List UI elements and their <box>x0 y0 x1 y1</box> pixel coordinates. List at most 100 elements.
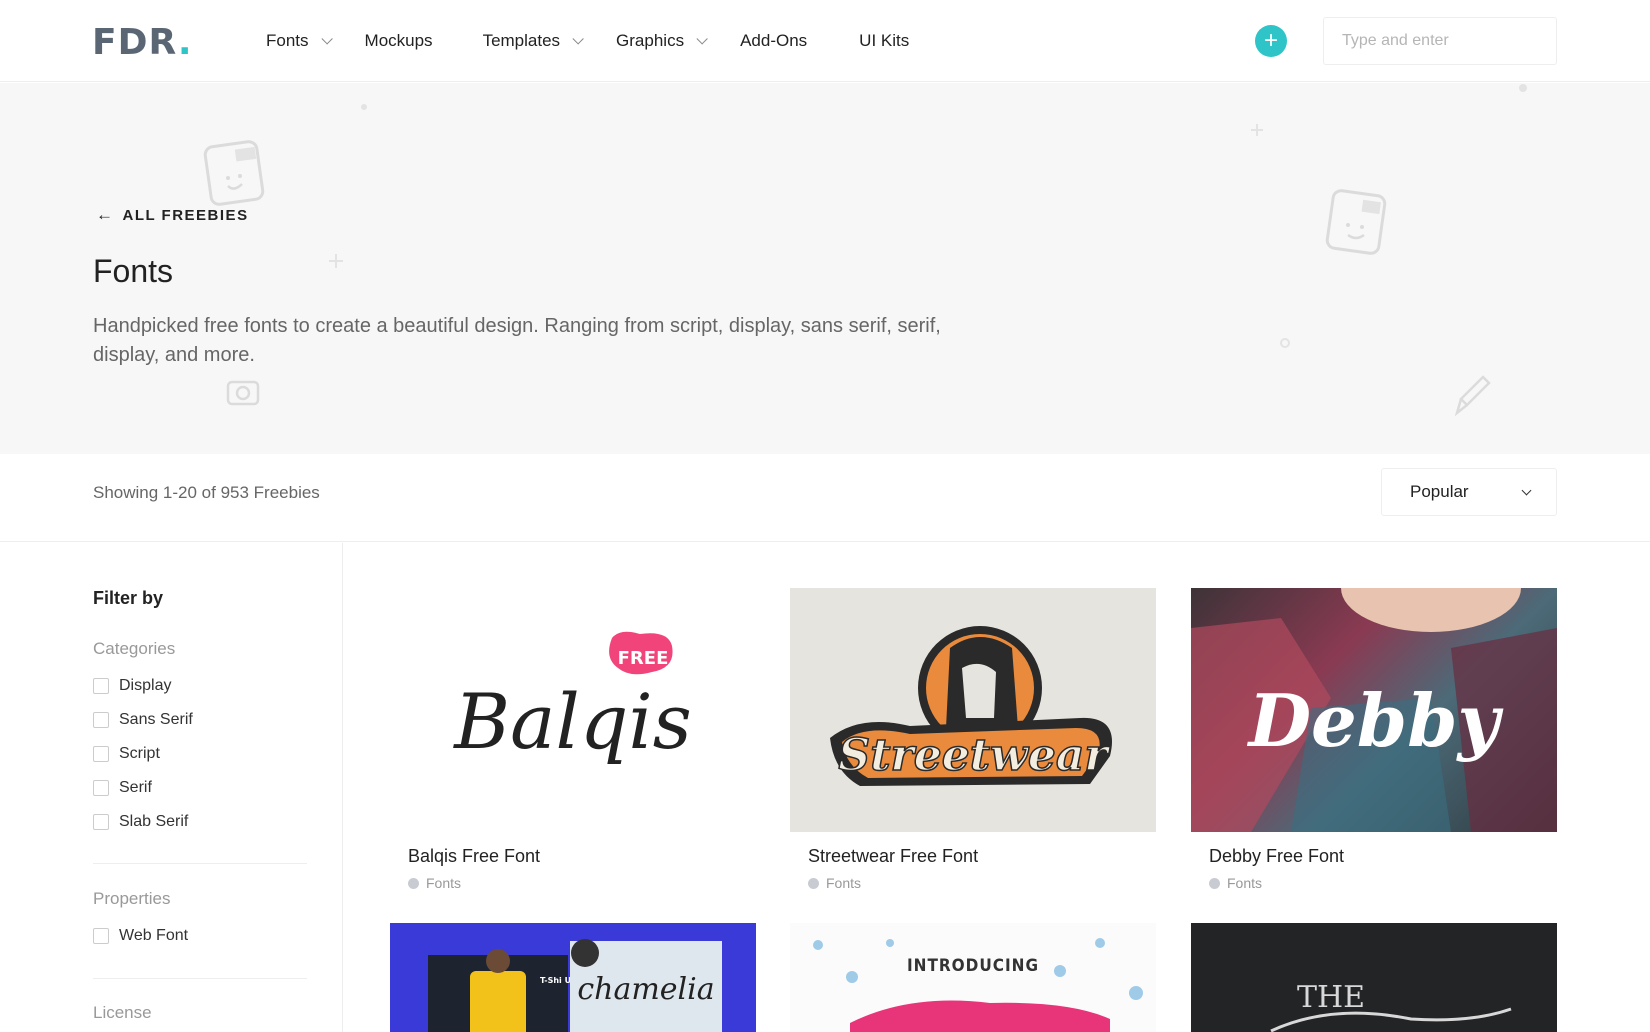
font-specimen: THE <box>1297 980 1365 1015</box>
nav-item-add-ons[interactable]: Add-Ons <box>740 31 807 51</box>
nav-label: Fonts <box>266 31 309 50</box>
results-toolbar: Showing 1-20 of 953 Freebies Popular <box>0 454 1650 542</box>
checkbox-slab-serif[interactable]: Slab Serif <box>93 805 193 839</box>
main-nav: Fonts Mockups Templates Graphics Add-Ons… <box>266 31 945 51</box>
freebie-card[interactable]: T-Shi Urban chamelia <box>390 923 756 1032</box>
license-group: License <box>93 1003 152 1032</box>
checkbox[interactable] <box>93 928 109 944</box>
card-title[interactable]: Debby Free Font <box>1209 846 1557 867</box>
sort-select[interactable]: Popular <box>1381 468 1557 516</box>
freebie-card[interactable]: THE <box>1191 923 1557 1032</box>
nav-item-templates[interactable]: Templates <box>482 31 584 51</box>
checkbox[interactable] <box>93 814 109 830</box>
divider <box>93 978 307 979</box>
category-dot-icon <box>1209 877 1220 889</box>
font-specimen: INTRODUCING <box>907 956 1039 976</box>
card-thumbnail[interactable]: THE <box>1191 923 1557 1032</box>
logo[interactable]: FDR. <box>92 22 193 63</box>
checkbox-script[interactable]: Script <box>93 737 193 771</box>
checkbox[interactable] <box>93 678 109 694</box>
introducing-artwork: INTRODUCING <box>813 938 1143 1032</box>
category-label: Fonts <box>1227 875 1263 891</box>
checkbox-label: Script <box>119 745 160 762</box>
font-specimen: Debby <box>1247 678 1504 763</box>
group-title: Categories <box>93 639 176 658</box>
category-label: Fonts <box>426 875 462 891</box>
checkbox-label: Serif <box>119 779 152 796</box>
card-category[interactable]: Fonts <box>1209 875 1557 891</box>
nav-label: Templates <box>482 31 561 50</box>
checkbox-web-font[interactable]: Web Font <box>93 919 188 953</box>
checkbox-label: Slab Serif <box>119 813 189 830</box>
site-header: FDR. Fonts Mockups Templates Graphics Ad… <box>0 0 1650 82</box>
properties-group: Properties Web Font <box>93 889 188 953</box>
freebie-card[interactable]: Debby Debby Free Font Fonts <box>1191 588 1557 891</box>
circle-decoration-icon <box>1280 338 1290 348</box>
card-category[interactable]: Fonts <box>408 875 756 891</box>
checkbox-label: Sans Serif <box>119 711 193 728</box>
the-artwork: THE <box>1191 923 1557 1032</box>
checkbox-display[interactable]: Display <box>93 669 193 703</box>
plus-decoration-icon <box>329 254 343 268</box>
brush-icon <box>1454 375 1491 417</box>
filter-sidebar: Filter by Categories Display Sans Serif … <box>0 543 343 1032</box>
circle-decoration-icon <box>361 104 367 110</box>
nav-item-ui-kits[interactable]: UI Kits <box>859 31 909 51</box>
free-badge: FREE <box>618 648 669 669</box>
freebie-card[interactable]: Streetwear Streetwear Free Font Fonts <box>790 588 1156 891</box>
card-thumbnail[interactable]: FREE Balqis <box>390 588 756 832</box>
checkbox[interactable] <box>93 712 109 728</box>
plus-decoration-icon <box>1251 124 1263 136</box>
card-title[interactable]: Balqis Free Font <box>408 846 756 867</box>
add-button[interactable]: + <box>1255 25 1287 57</box>
circle-decoration-icon <box>1519 84 1527 92</box>
arrow-left-icon: ← <box>96 205 115 224</box>
category-dot-icon <box>808 877 819 889</box>
doodle-icon <box>1325 189 1387 255</box>
streetwear-artwork: Streetwear <box>830 626 1112 786</box>
font-specimen: Streetwear <box>838 730 1110 781</box>
font-specimen: chamelia <box>577 972 714 1007</box>
checkbox[interactable] <box>93 746 109 762</box>
freebie-card[interactable]: INTRODUCING <box>790 923 1156 1032</box>
card-thumbnail[interactable]: Streetwear <box>790 588 1156 832</box>
chamelia-artwork: T-Shi Urban chamelia <box>428 939 722 1032</box>
page-title: Fonts <box>93 253 174 289</box>
nav-item-fonts[interactable]: Fonts <box>266 31 333 51</box>
chevron-down-icon <box>1521 485 1532 496</box>
sort-value: Popular <box>1410 482 1469 501</box>
nav-label: Graphics <box>616 31 685 50</box>
card-thumbnail[interactable]: T-Shi Urban chamelia <box>390 923 756 1032</box>
back-link-label: ALL FREEBIES <box>122 206 249 224</box>
categories-group: Categories Display Sans Serif Script Ser… <box>93 639 193 839</box>
card-thumbnail[interactable]: INTRODUCING <box>790 923 1156 1032</box>
checkbox-label: Display <box>119 677 172 694</box>
divider <box>93 863 307 864</box>
freebie-card[interactable]: FREE Balqis Balqis Free Font Fonts <box>390 588 756 891</box>
nav-label: UI Kits <box>859 31 910 50</box>
card-thumbnail[interactable]: Debby <box>1191 588 1557 832</box>
checkbox[interactable] <box>93 780 109 796</box>
search-input[interactable] <box>1323 17 1557 65</box>
chevron-down-icon <box>696 33 708 45</box>
all-freebies-link[interactable]: ← ALL FREEBIES <box>96 205 249 225</box>
nav-item-mockups[interactable]: Mockups <box>365 31 433 51</box>
font-specimen: Balqis <box>452 677 691 766</box>
nav-label: Add-Ons <box>740 31 808 50</box>
checkbox-sans-serif[interactable]: Sans Serif <box>93 703 193 737</box>
card-title[interactable]: Streetwear Free Font <box>808 846 1156 867</box>
page-description: Handpicked free fonts to create a beauti… <box>93 315 941 366</box>
chevron-down-icon <box>320 33 333 45</box>
balqis-artwork: FREE Balqis <box>452 631 692 766</box>
category-label: Fonts <box>826 875 862 891</box>
camera-icon <box>226 380 260 406</box>
group-title: License <box>93 1003 152 1022</box>
card-category[interactable]: Fonts <box>808 875 1156 891</box>
group-title: Properties <box>93 889 171 908</box>
nav-label: Mockups <box>364 31 433 50</box>
nav-item-graphics[interactable]: Graphics <box>616 31 708 51</box>
debby-artwork: Debby <box>1191 588 1557 832</box>
doodle-icon <box>203 140 265 206</box>
checkbox-label: Web Font <box>119 927 189 944</box>
checkbox-serif[interactable]: Serif <box>93 771 193 805</box>
